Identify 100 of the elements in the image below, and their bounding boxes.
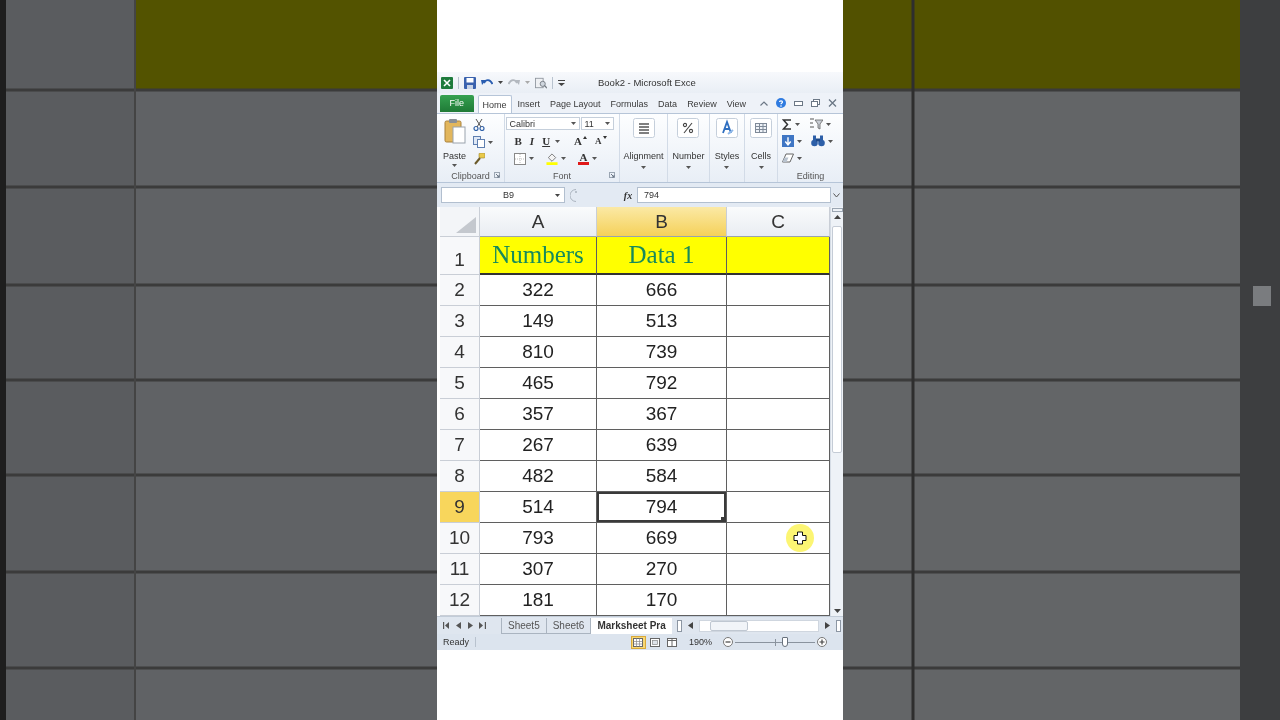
- sheet-tab[interactable]: Marksheet Pra: [590, 617, 672, 634]
- sheet-tab[interactable]: Sheet5: [501, 617, 546, 634]
- scrollbar-thumb[interactable]: [709, 620, 748, 631]
- caret-icon[interactable]: [826, 122, 831, 126]
- ribbon-tab[interactable]: Review: [683, 95, 721, 113]
- font-name-field[interactable]: Calibri: [505, 117, 580, 130]
- scroll-right-icon[interactable]: [823, 622, 831, 629]
- table-cell: 307: [480, 554, 597, 585]
- caret-icon[interactable]: [797, 156, 802, 160]
- row-header[interactable]: 7: [440, 430, 480, 461]
- horizontal-scrollbar[interactable]: [698, 619, 819, 632]
- zoom-slider-thumb[interactable]: [782, 637, 789, 647]
- vertical-scrollbar[interactable]: [830, 207, 843, 616]
- formula-field[interactable]: 794: [637, 187, 831, 203]
- cells-button[interactable]: Cells: [750, 114, 772, 166]
- borders-icon[interactable]: [513, 152, 526, 165]
- name-box[interactable]: B9: [441, 187, 565, 203]
- row-header[interactable]: 11: [440, 554, 480, 585]
- page-layout-view-button[interactable]: [647, 635, 663, 649]
- ribbon-tab[interactable]: View: [722, 95, 750, 113]
- insert-function-button[interactable]: fx: [622, 189, 634, 201]
- sort-filter-icon[interactable]: [809, 118, 823, 130]
- zoom-out-icon[interactable]: [723, 637, 733, 647]
- ribbon-tab[interactable]: Data: [654, 95, 682, 113]
- caret-icon[interactable]: [592, 157, 598, 160]
- caret-icon[interactable]: [560, 157, 566, 160]
- first-sheet-icon[interactable]: [443, 622, 450, 629]
- close-icon[interactable]: [828, 99, 837, 107]
- paste-button[interactable]: Paste: [440, 117, 469, 167]
- ribbon-tab[interactable]: Formulas: [606, 95, 653, 113]
- previous-sheet-icon[interactable]: [455, 622, 462, 629]
- minimize-icon[interactable]: [794, 100, 803, 106]
- row-header[interactable]: 5: [440, 368, 480, 399]
- row-header[interactable]: 6: [440, 399, 480, 430]
- caret-icon[interactable]: [528, 157, 534, 160]
- spreadsheet-logo-icon[interactable]: [441, 76, 453, 89]
- caret-icon: [758, 166, 764, 169]
- last-sheet-icon[interactable]: [479, 622, 486, 629]
- percent-icon: [677, 118, 700, 138]
- row-header[interactable]: 10: [440, 523, 480, 554]
- table-cell: 465: [480, 368, 597, 399]
- scroll-up-icon[interactable]: [833, 215, 841, 219]
- fill-bucket-icon[interactable]: [545, 152, 558, 165]
- scroll-down-icon[interactable]: [833, 609, 841, 613]
- copy-icon[interactable]: [472, 136, 485, 148]
- row-header[interactable]: 3: [440, 306, 480, 337]
- normal-view-button[interactable]: [630, 635, 646, 649]
- font-size-field[interactable]: 11: [580, 117, 614, 130]
- scissors-icon[interactable]: [472, 119, 485, 131]
- eraser-icon[interactable]: [782, 152, 794, 164]
- print-preview-icon[interactable]: [535, 76, 547, 89]
- underline-button[interactable]: U: [542, 134, 561, 148]
- caret-icon[interactable]: [795, 122, 800, 126]
- splitter-handle-icon[interactable]: [570, 188, 580, 202]
- quick-access-menu-icon[interactable]: [558, 79, 565, 86]
- number-format-button[interactable]: Number: [672, 114, 705, 166]
- save-icon[interactable]: [464, 76, 476, 89]
- title-cell: Data 1: [597, 237, 727, 275]
- row-header[interactable]: 4: [440, 337, 480, 368]
- font-color-button[interactable]: A: [577, 152, 590, 165]
- ribbon-tab[interactable]: Page Layout: [546, 95, 605, 113]
- next-sheet-icon[interactable]: [467, 622, 474, 629]
- scroll-left-icon[interactable]: [686, 622, 694, 629]
- scrollbar-thumb[interactable]: [832, 226, 842, 453]
- styles-button[interactable]: Styles: [714, 114, 740, 166]
- grow-font-button[interactable]: A: [574, 134, 588, 148]
- row-header[interactable]: 2: [440, 275, 480, 306]
- bold-button[interactable]: B: [514, 134, 522, 148]
- paintbrush-icon[interactable]: [472, 153, 485, 165]
- row-header[interactable]: 1: [440, 237, 480, 275]
- ribbon-tab[interactable]: Home: [477, 95, 512, 113]
- shrink-font-button[interactable]: A: [595, 134, 607, 148]
- table-cell: 792: [597, 368, 727, 399]
- dialog-launcher-icon[interactable]: [494, 172, 500, 178]
- caret-icon[interactable]: [828, 139, 833, 143]
- column-header[interactable]: C: [727, 207, 830, 237]
- caret-icon[interactable]: [487, 140, 493, 144]
- page-break-view-button[interactable]: [664, 635, 680, 649]
- zoom-in-icon[interactable]: [817, 637, 827, 647]
- fill-down-icon[interactable]: [782, 135, 794, 147]
- caret-icon[interactable]: [498, 81, 503, 84]
- binoculars-icon[interactable]: [811, 135, 825, 147]
- column-header[interactable]: A: [480, 207, 597, 237]
- column-header[interactable]: B: [597, 207, 727, 237]
- alignment-button[interactable]: Alignment: [623, 114, 664, 166]
- collapse-ribbon-icon[interactable]: [760, 100, 768, 106]
- sigma-icon[interactable]: [782, 118, 792, 130]
- help-icon[interactable]: [776, 98, 786, 108]
- dialog-launcher-icon[interactable]: [609, 172, 615, 178]
- caret-icon[interactable]: [797, 139, 802, 143]
- zoom-slider[interactable]: [735, 637, 815, 647]
- row-header[interactable]: 9: [440, 492, 480, 523]
- row-header[interactable]: 12: [440, 585, 480, 616]
- expand-caret-icon[interactable]: [833, 192, 840, 198]
- ribbon-tab[interactable]: Insert: [513, 95, 545, 113]
- tab-split-handle-icon[interactable]: [676, 619, 682, 632]
- file-tab[interactable]: File: [440, 94, 474, 112]
- italic-button[interactable]: I: [529, 134, 535, 148]
- row-header[interactable]: 8: [440, 461, 480, 492]
- restore-icon[interactable]: [811, 99, 820, 107]
